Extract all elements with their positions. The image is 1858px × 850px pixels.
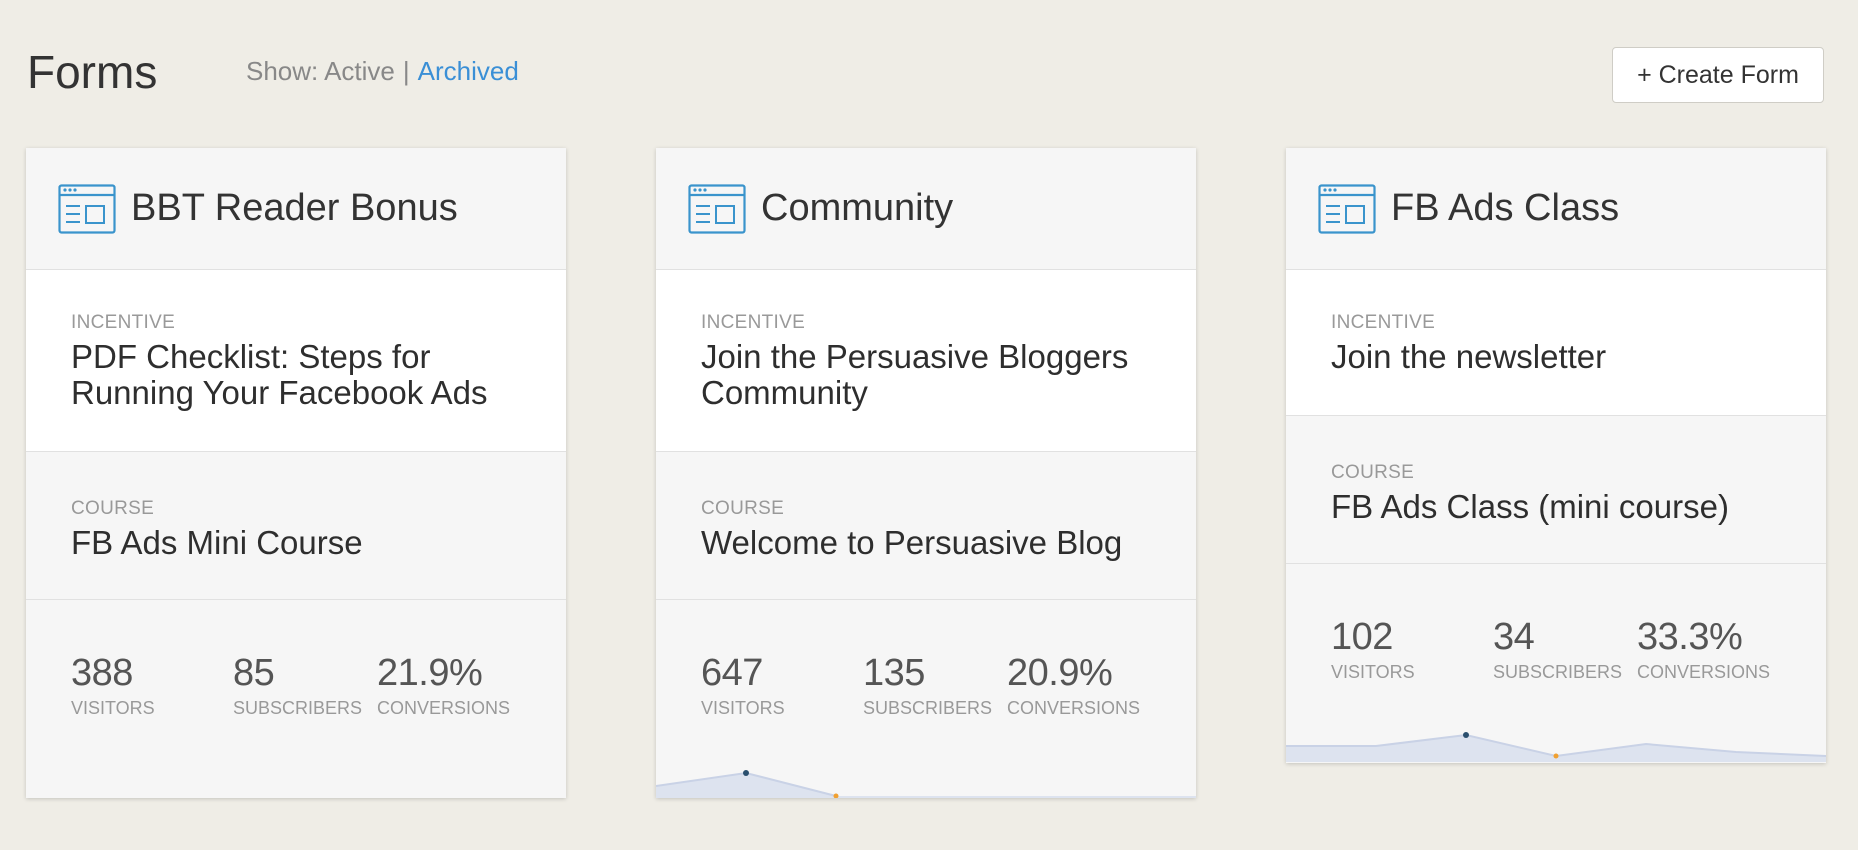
visitors-stat: 388 VISITORS [71,652,155,719]
incentive-section: INCENTIVE Join the newsletter [1286,270,1826,416]
conversions-value: 33.3% [1637,616,1743,658]
conversions-stat: 21.9% CONVERSIONS [377,652,510,719]
visitors-label: VISITORS [701,698,785,718]
course-label: COURSE [71,498,155,519]
subscribers-stat: 135 SUBSCRIBERS [863,652,992,719]
sparkline-point [1553,753,1559,759]
subscribers-label: SUBSCRIBERS [863,698,993,718]
subscribers-stat: 85 SUBSCRIBERS [233,652,362,719]
incentive-value: Join the newsletter [1331,338,1607,375]
course-value: FB Ads Mini Course [71,524,363,561]
visitors-stat: 102 VISITORS [1331,616,1415,683]
conversions-label: CONVERSIONS [1637,662,1771,682]
conversions-value: 20.9% [1007,652,1113,694]
subscribers-label: SUBSCRIBERS [1493,662,1623,682]
visitors-value: 647 [701,652,763,694]
course-section: COURSE FB Ads Mini Course [26,452,566,600]
status-filter: Show: Active | Archived [246,52,519,90]
course-label: COURSE [701,498,785,519]
subscribers-value: 85 [233,652,275,694]
course-label: COURSE [1331,462,1415,483]
incentive-value: PDF Checklist: Steps for Running Your Fa… [71,338,488,411]
page-title: Forms [27,46,158,98]
incentive-section: INCENTIVE Join the Persuasive Bloggers C… [656,270,1196,452]
form-card-header[interactable]: Community [656,148,1196,270]
form-card-header[interactable]: BBT Reader Bonus [26,148,566,270]
course-value: Welcome to Persuasive Blog [701,524,1123,561]
visitors-stat: 647 VISITORS [701,652,785,719]
incentive-label: INCENTIVE [71,312,176,333]
course-section: COURSE Welcome to Persuasive Blog [656,452,1196,600]
sparkline-point [833,793,839,798]
form-card-header[interactable]: FB Ads Class [1286,148,1826,270]
visitors-value: 102 [1331,616,1393,658]
stats-section: 102 VISITORS 34 SUBSCRIBERS 33.3% CONVER… [1286,564,1826,762]
conversions-stat: 20.9% CONVERSIONS [1007,652,1140,719]
form-window-icon [688,183,746,234]
filter-separator: | [402,56,410,86]
sparkline-point [743,770,749,776]
form-card: FB Ads Class INCENTIVE Join the newslett… [1286,148,1826,763]
create-form-button[interactable]: + Create Form [1612,47,1824,103]
filter-active-link[interactable]: Active [324,56,395,86]
course-section: COURSE FB Ads Class (mini course) [1286,416,1826,564]
subscribers-label: SUBSCRIBERS [233,698,363,718]
stats-section: 388 VISITORS 85 SUBSCRIBERS 21.9% CONVER… [26,600,566,798]
incentive-section: INCENTIVE PDF Checklist: Steps for Runni… [26,270,566,452]
form-card: BBT Reader Bonus INCENTIVE PDF Checklist… [26,148,566,798]
subscribers-value: 135 [863,652,925,694]
filter-archived-link[interactable]: Archived [418,56,519,86]
course-value: FB Ads Class (mini course) [1331,488,1729,525]
stats-section: 647 VISITORS 135 SUBSCRIBERS 20.9% CONVE… [656,600,1196,798]
subscribers-stat: 34 SUBSCRIBERS [1493,616,1622,683]
conversions-value: 21.9% [377,652,483,694]
incentive-label: INCENTIVE [1331,312,1436,333]
visitors-label: VISITORS [1331,662,1415,682]
incentive-value: Join the Persuasive Bloggers Community [701,338,1129,411]
sparkline-point [1463,732,1469,738]
form-window-icon [1318,183,1376,234]
traffic-sparkline [1286,732,1826,762]
incentive-label: INCENTIVE [701,312,806,333]
visitors-value: 388 [71,652,133,694]
subscribers-value: 34 [1493,616,1535,658]
form-title: Community [761,187,954,229]
conversions-stat: 33.3% CONVERSIONS [1637,616,1770,683]
form-title: BBT Reader Bonus [131,187,458,229]
conversions-label: CONVERSIONS [377,698,511,718]
visitors-label: VISITORS [71,698,155,718]
show-label: Show: [246,56,319,86]
conversions-label: CONVERSIONS [1007,698,1141,718]
form-title: FB Ads Class [1391,187,1620,229]
form-window-icon [58,183,116,234]
form-card: Community INCENTIVE Join the Persuasive … [656,148,1196,798]
traffic-sparkline [656,770,1196,798]
